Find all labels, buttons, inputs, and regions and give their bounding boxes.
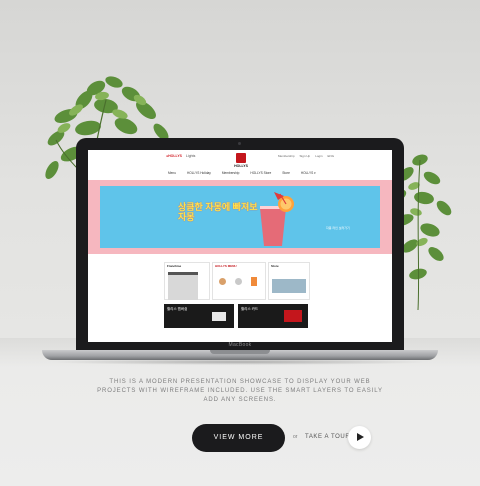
hero-banner[interactable]: 상큼한 자몽에 빠져보자몽 자몽 라인 보러가기 (88, 180, 392, 277)
laptop-brand-label: MacBook (228, 342, 252, 348)
top-link[interactable]: Membership (278, 154, 295, 158)
membership-card-image (212, 312, 226, 321)
grapefruit-drink-icon (260, 192, 294, 246)
card-title: Store (271, 264, 279, 268)
nav-item[interactable]: Membership (222, 171, 240, 175)
play-button[interactable] (348, 426, 371, 449)
promo-title: 할리스 멤버쉽 (167, 307, 188, 311)
card-title: Franchise (167, 264, 182, 268)
top-link[interactable]: ENG (328, 154, 335, 158)
card-title: HOLLYS MENU (215, 264, 237, 268)
take-tour-link[interactable]: TAKE A TOUR (305, 434, 350, 440)
nav-item[interactable]: Store (282, 171, 290, 175)
site-content: Franchise HOLLYS MENU Store 할리스 멤버쉽 할리스 … (164, 262, 316, 336)
site-nav: Menu HOLLYS Holiday Membership HOLLYS St… (168, 171, 316, 175)
site-top-left-link[interactable]: ●HOLLYS (166, 154, 182, 158)
hollys-card-image (284, 310, 302, 322)
brand-name: HOLLYS (234, 164, 248, 168)
nav-item[interactable]: HOLLYS Store (250, 171, 271, 175)
camera-icon (238, 142, 241, 145)
franchise-card[interactable]: Franchise (164, 262, 210, 300)
presentation-scene: ●HOLLYS Lights HOLLYS Membership Sign Up… (0, 0, 480, 486)
promo-title: 할리스 카드 (241, 307, 259, 311)
nav-item[interactable]: HOLLYS Holiday (187, 171, 211, 175)
menu-item-image (251, 277, 257, 286)
store-card[interactable]: Store (268, 262, 310, 300)
nav-item[interactable]: HOLLYS ▾ (301, 171, 316, 175)
membership-promo[interactable]: 할리스 멤버쉽 (164, 304, 234, 328)
site-top-left-link[interactable]: Lights (186, 154, 195, 158)
play-icon (357, 433, 364, 441)
menu-item-image (219, 278, 226, 285)
menu-card[interactable]: HOLLYS MENU (212, 262, 266, 300)
site-top-links: Membership Sign Up Login ENG (278, 154, 334, 158)
building-image (168, 272, 198, 300)
showcase-caption: THIS IS A MODERN PRESENTATION SHOWCASE T… (97, 379, 383, 403)
top-link[interactable]: Login (315, 154, 322, 158)
laptop-screen[interactable]: ●HOLLYS Lights HOLLYS Membership Sign Up… (88, 150, 392, 342)
store-image (272, 279, 306, 293)
card-promo[interactable]: 할리스 카드 (238, 304, 308, 328)
banner-subtitle[interactable]: 자몽 라인 보러가기 (326, 226, 350, 230)
banner-panel: 상큼한 자몽에 빠져보자몽 자몽 라인 보러가기 (100, 186, 380, 248)
nav-item[interactable]: Menu (168, 171, 176, 175)
view-more-button[interactable]: VIEW MORE (192, 424, 285, 452)
laptop-lid: ●HOLLYS Lights HOLLYS Membership Sign Up… (76, 138, 404, 352)
laptop-notch (210, 350, 270, 354)
menu-item-image (235, 278, 242, 285)
or-label: or (293, 434, 298, 440)
site-header: ●HOLLYS Lights HOLLYS Membership Sign Up… (88, 150, 392, 178)
brand-logo-icon[interactable] (236, 153, 246, 163)
top-link[interactable]: Sign Up (300, 154, 311, 158)
